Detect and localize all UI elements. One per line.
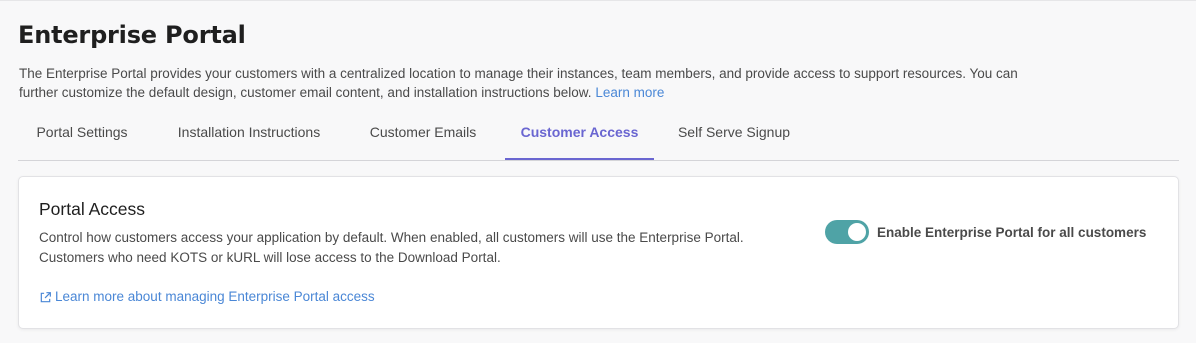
- learn-more-link[interactable]: Learn more: [595, 85, 664, 100]
- top-border: [0, 0, 1196, 1]
- page-title: Enterprise Portal: [18, 21, 246, 49]
- tab-customer-access[interactable]: Customer Access: [505, 114, 654, 160]
- toggle-knob: [848, 223, 866, 241]
- portal-access-learn-more-label: Learn more about managing Enterprise Por…: [55, 289, 375, 304]
- tab-bar: Portal Settings Installation Instruction…: [18, 114, 1179, 161]
- enable-portal-toggle-group: Enable Enterprise Portal for all custome…: [825, 220, 1146, 244]
- enable-portal-toggle-label: Enable Enterprise Portal for all custome…: [877, 224, 1147, 240]
- page-description-text: The Enterprise Portal provides your cust…: [19, 66, 1018, 100]
- portal-access-card: Portal Access Control how customers acce…: [18, 176, 1179, 329]
- tab-self-serve-signup[interactable]: Self Serve Signup: [676, 114, 792, 159]
- portal-access-learn-more-link[interactable]: Learn more about managing Enterprise Por…: [39, 287, 375, 307]
- tab-installation-instructions[interactable]: Installation Instructions: [170, 114, 328, 159]
- portal-access-description: Control how customers access your applic…: [39, 230, 744, 265]
- tab-portal-settings[interactable]: Portal Settings: [34, 114, 130, 159]
- portal-access-title: Portal Access: [39, 199, 146, 219]
- tab-customer-emails[interactable]: Customer Emails: [367, 114, 479, 159]
- page-description: The Enterprise Portal provides your cust…: [19, 64, 1019, 102]
- enable-portal-toggle[interactable]: [825, 220, 869, 244]
- external-link-icon: [40, 291, 51, 302]
